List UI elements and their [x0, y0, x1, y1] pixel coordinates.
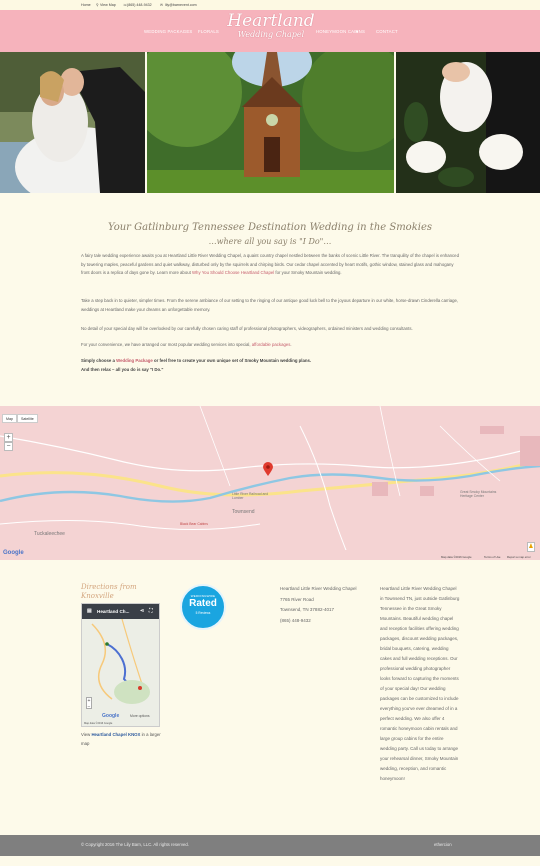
zoom-in-button[interactable]: +: [4, 433, 13, 442]
map-terms-link[interactable]: Terms of Use: [484, 555, 500, 559]
intro-title: Your Gatlinburg Tennessee Destination We…: [107, 222, 433, 233]
site-header: WEDDING PACKAGES FLORALS Heartland Weddi…: [0, 10, 540, 52]
intro-paragraph-6: And then relax – all you do is say "I Do…: [81, 367, 164, 372]
photo-couple-kiss: [0, 52, 145, 193]
map-report-link[interactable]: Report a map error: [507, 555, 531, 559]
fullscreen-icon[interactable]: ⛶: [149, 608, 153, 614]
intro-p1-end: for your Smoky Mountain wedding.: [274, 270, 342, 276]
view-map-link[interactable]: View Map: [100, 3, 116, 7]
email-link[interactable]: lily@barnevent.com: [165, 3, 197, 7]
view-larger-map: View Heartland Chapel KNOX in a larger m…: [81, 731, 161, 748]
map-marker-icon[interactable]: [263, 462, 273, 476]
map-attribution: Map data ©2016 Google: [441, 555, 472, 559]
copyright-text: © Copyright 2016 The Lily Barn, LLC. All…: [81, 842, 189, 847]
view-prefix: View: [81, 732, 92, 737]
chapel-address: Heartland Little River Wedding Chapel 77…: [280, 584, 360, 626]
badge-rated: Rated: [189, 598, 217, 609]
minimap-zoom-controls[interactable]: + −: [86, 697, 92, 710]
logo-line-2: Wedding Chapel: [237, 30, 305, 39]
why-choose-link[interactable]: Why You Should Choose Heartland Chapel: [192, 270, 274, 275]
map-label-heritage: Great Smoky Mountains Heritage Center: [460, 490, 497, 498]
footer-bottom-bar: © Copyright 2016 The Lily Barn, LLC. All…: [0, 835, 540, 856]
zoom-out-button[interactable]: −: [4, 442, 13, 451]
intro-p5-end: or feel free to create your own unique s…: [152, 358, 312, 363]
intro-p4-end: .: [290, 342, 292, 347]
map-canvas: [0, 406, 540, 560]
intro-paragraph-1: A fairy tale wedding experience awaits y…: [81, 252, 461, 278]
photo-bouquet: [396, 52, 540, 193]
site-logo[interactable]: Heartland Wedding Chapel: [223, 12, 319, 48]
satellite-view-tab[interactable]: Satellite: [17, 414, 38, 423]
home-link[interactable]: Home: [81, 3, 91, 7]
map-label-chapel: Little River Railroad and Lumber: [232, 492, 269, 500]
intro-paragraph-5: Simply choose a Wedding Package or feel …: [81, 357, 461, 366]
map-label-townsend: Townsend: [232, 509, 255, 515]
nav-contact[interactable]: CONTACT: [376, 29, 398, 34]
weddingwire-rated-badge[interactable]: WEDDINGWIRE Rated 5 Reviews: [180, 584, 226, 630]
address-city: Townsend, TN 37882-4017: [280, 607, 334, 612]
google-logo: Google: [3, 550, 24, 556]
credit-link[interactable]: ethercion: [434, 842, 452, 847]
directions-map-canvas: [82, 604, 159, 726]
google-map[interactable]: Map Satellite + − Little River Railroad …: [0, 406, 540, 560]
minimap-attribution: Map data ©2016 Google: [84, 722, 113, 725]
directions-map-title[interactable]: Heartland Ch...: [97, 609, 129, 614]
address-name: Heartland Little River Wedding Chapel: [280, 586, 357, 591]
page-end-spacer: [0, 856, 540, 866]
directions-title-line-2: Knoxville: [81, 592, 114, 600]
map-view-tab[interactable]: Map: [2, 414, 17, 423]
address-phone[interactable]: (865) 448-9432: [280, 616, 360, 627]
nav-wedding-packages[interactable]: WEDDING PACKAGES: [144, 29, 192, 34]
top-bar: Home ⚲ View Map ☏ (865) 448-9432 ✉ lily@…: [0, 0, 540, 10]
minimap-more-options[interactable]: More options: [130, 714, 150, 718]
map-label-black-bear: Black Bear Cabins: [180, 522, 208, 526]
email-icon: ✉: [160, 3, 164, 7]
minimap-google-logo: Google: [102, 713, 120, 719]
larger-map-link[interactable]: Heartland Chapel KNOX: [91, 732, 140, 737]
photo-chapel: [147, 52, 394, 193]
directions-map-header: ▤ Heartland Ch... ⋖ ⛶: [82, 604, 159, 619]
directions-map[interactable]: ▤ Heartland Ch... ⋖ ⛶ + − Google More opt…: [81, 603, 160, 727]
directions-title: Directions from Knoxville: [81, 583, 137, 601]
street-view-pegman-icon[interactable]: ♟: [527, 542, 535, 552]
logo-line-1: Heartland: [227, 11, 315, 31]
wedding-package-link[interactable]: Wedding Package: [116, 358, 153, 363]
map-pin-icon: ⚲: [96, 3, 99, 7]
list-icon[interactable]: ▤: [87, 608, 92, 614]
intro-paragraph-2: Take a step back in to quieter, simpler …: [81, 298, 459, 312]
directions-title-line-1: Directions from: [81, 583, 137, 591]
chevron-down-icon[interactable]: ▾: [356, 29, 358, 35]
intro-p5-text: Simply choose a: [81, 358, 117, 363]
intro-subtitle: …where all you say is "I Do"…: [208, 237, 332, 246]
affordable-packages-link[interactable]: affordable packages: [252, 342, 291, 347]
nav-florals[interactable]: FLORALS: [198, 29, 219, 34]
map-label-tuckaleechee: Tuckaleechee: [34, 531, 65, 537]
intro-paragraph-3: No detail of your special day will be ov…: [81, 326, 413, 331]
badge-reviews: 5 Reviews: [195, 611, 211, 615]
phone-number[interactable]: (865) 448-9432: [127, 3, 152, 7]
share-icon[interactable]: ⋖: [140, 608, 144, 614]
intro-p4-text: For your convenience, we have arranged o…: [81, 342, 252, 347]
address-street: 7765 River Road: [280, 596, 314, 602]
intro-paragraph-4: For your convenience, we have arranged o…: [81, 341, 461, 350]
about-chapel-text: Heartland Little River Wedding Chapel in…: [380, 586, 460, 781]
